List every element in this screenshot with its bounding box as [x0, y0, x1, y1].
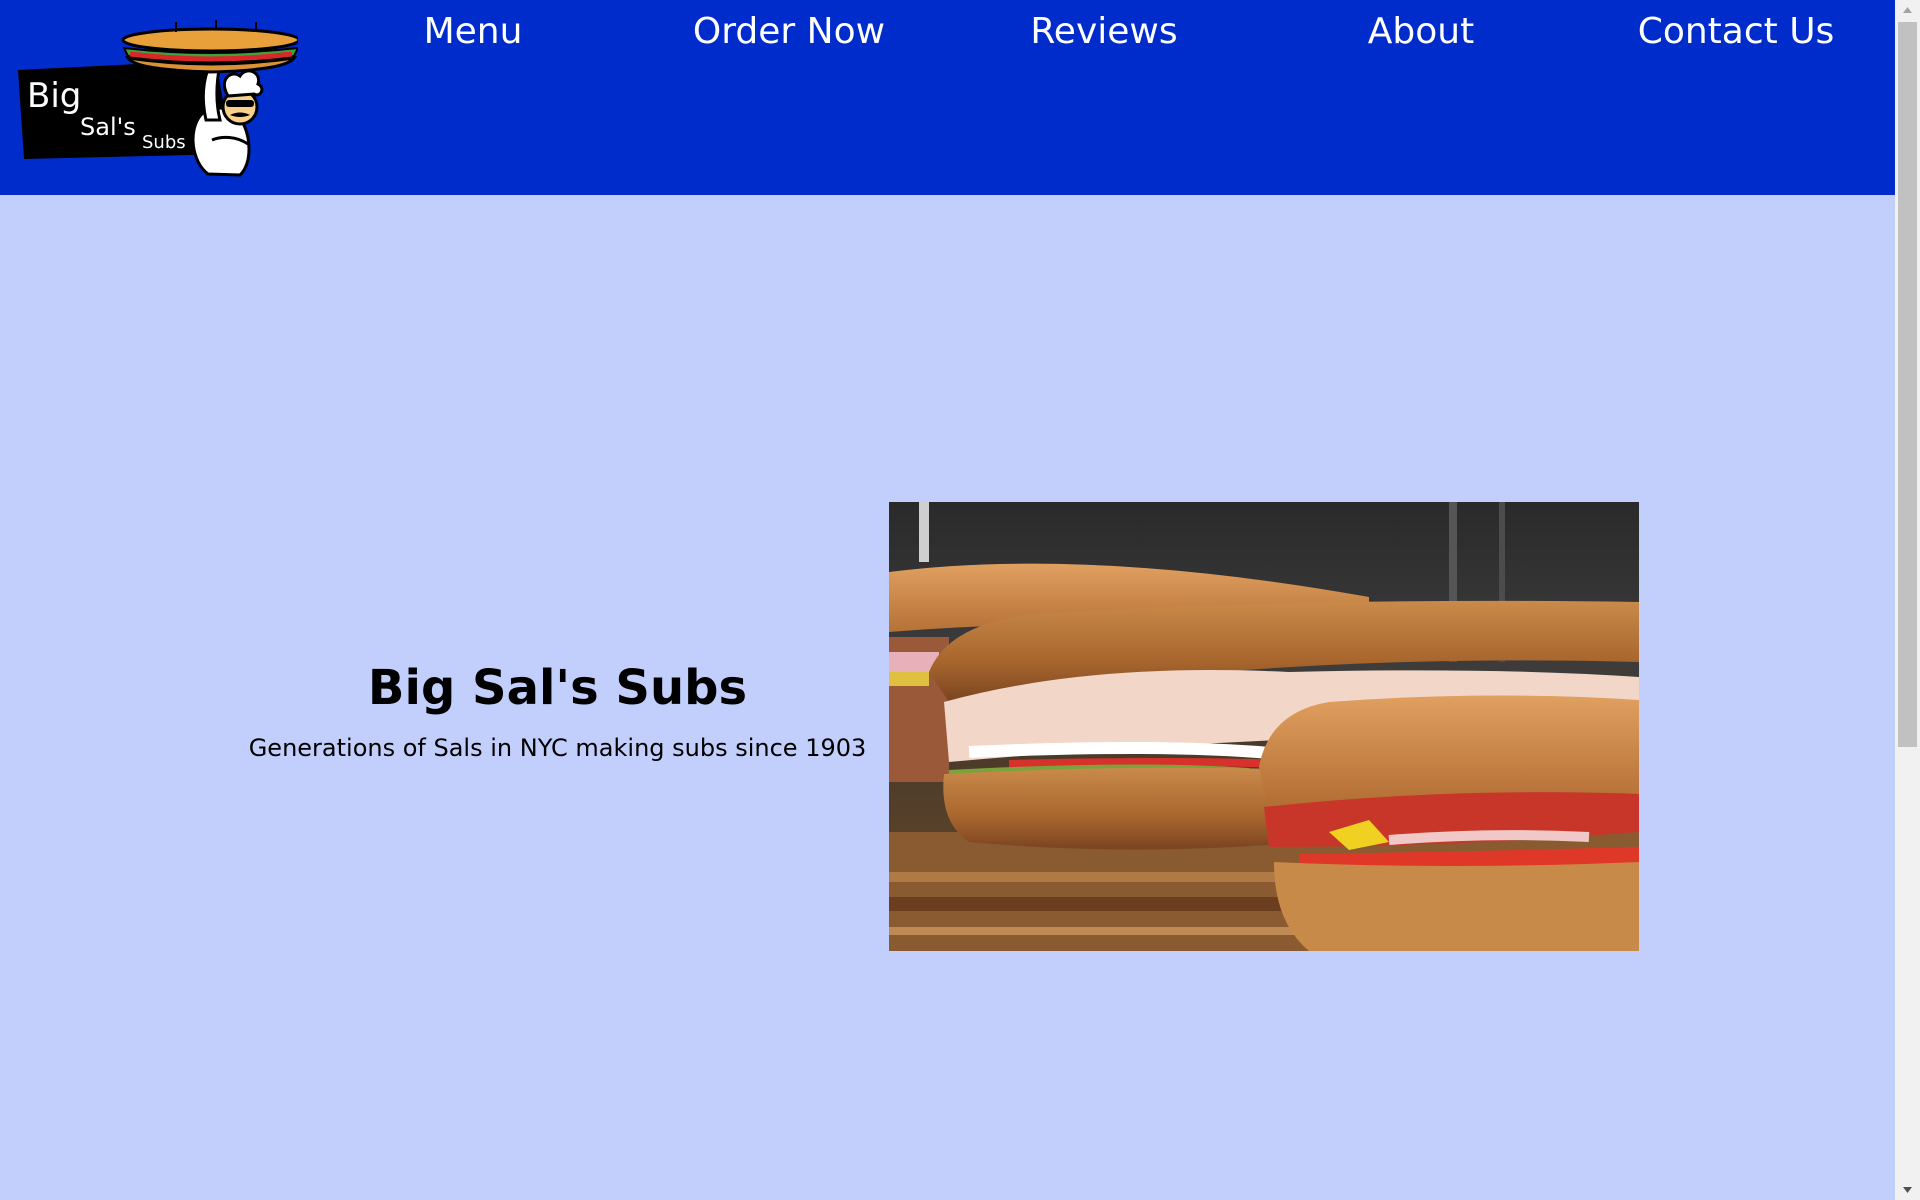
logo-text-big: Big	[27, 76, 81, 116]
hero-subtitle: Generations of Sals in NYC making subs s…	[248, 734, 867, 762]
nav-reviews[interactable]: Reviews	[1030, 10, 1177, 54]
scrollbar-thumb[interactable]	[1898, 22, 1917, 747]
hero-title: Big Sal's Subs	[367, 660, 748, 716]
logo-text-sals: Sal's	[80, 113, 136, 141]
nav-order-now[interactable]: Order Now	[693, 10, 885, 54]
hero-sub-sandwich-image	[889, 502, 1639, 951]
submarine-sandwiches-photo-icon	[889, 502, 1639, 951]
nav-menu[interactable]: Menu	[424, 10, 523, 54]
chef-holding-sub-logo-icon: Big Sal's Subs	[18, 20, 301, 177]
hero-text: Big Sal's Subs Generations of Sals in NY…	[200, 655, 915, 765]
page: Big Sal's Subs Menu Order Now Reviews Ab…	[0, 0, 1895, 1200]
logo-text-subs: Subs	[142, 132, 186, 153]
scroll-down-arrow-icon[interactable]	[1895, 1180, 1920, 1200]
navbar: Big Sal's Subs Menu Order Now Reviews Ab…	[0, 0, 1895, 195]
nav-about[interactable]: About	[1368, 10, 1474, 54]
site-logo[interactable]: Big Sal's Subs	[16, 12, 301, 177]
vertical-scrollbar[interactable]	[1895, 0, 1920, 1200]
nav-contact-us[interactable]: Contact Us	[1638, 10, 1835, 54]
scroll-up-arrow-icon[interactable]	[1895, 0, 1920, 20]
